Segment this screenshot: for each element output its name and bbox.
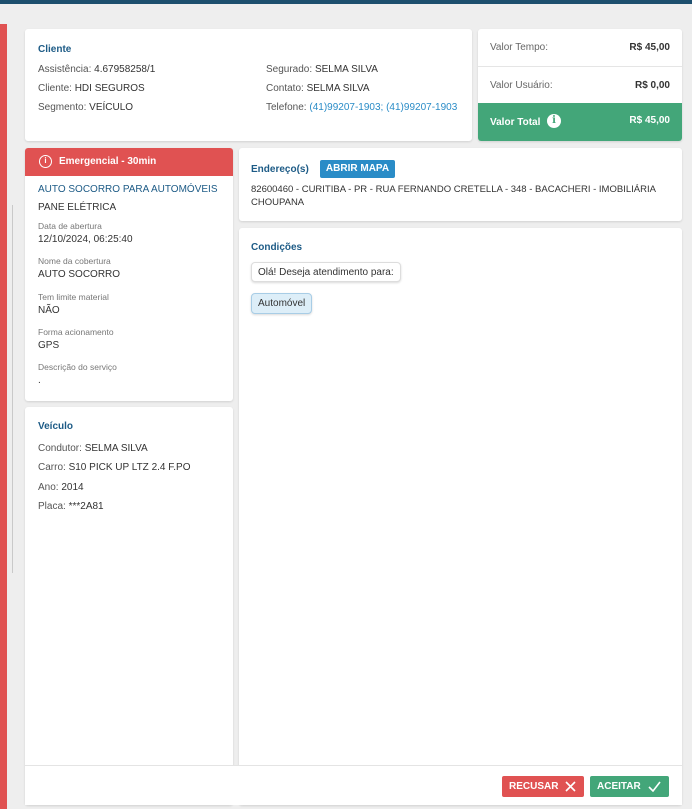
condicoes-title: Condições [251,242,303,253]
veiculo-card: Veículo Condutor: SELMA SILVA Carro: S10… [25,407,233,805]
endereco-text: 82600460 - CURITIBA - PR - RUA FERNANDO … [251,184,656,208]
segmento-label: Segmento: [38,102,87,113]
segmento-value: VEÍCULO [89,102,134,113]
emergencial-label: Emergencial - 30min [59,156,157,167]
placa-row: Placa: ***2A81 [38,501,104,512]
emergencial-banner: i Emergencial - 30min [25,148,233,176]
condutor-label: Condutor: [38,443,82,454]
carro-value: S10 PICK UP LTZ 2.4 F.PO [68,462,191,473]
cliente-label: Cliente: [38,83,72,94]
segmento-row: Segmento: VEÍCULO [38,102,133,113]
valor-usuario-row: Valor Usuário: R$ 0,00 [478,67,682,104]
servico-card: i Emergencial - 30min AUTO SOCORRO PARA … [25,148,233,401]
cliente-value: HDI SEGUROS [74,83,145,94]
servico-tipo: AUTO SOCORRO PARA AUTOMÓVEIS [38,184,218,195]
left-divider [12,205,13,573]
check-icon [648,781,661,792]
acionamento-value: GPS [38,340,60,351]
info-icon[interactable]: i [547,114,561,128]
assistencia-row: Assistência: 4.67958258/1 [38,64,155,75]
valor-total-value: R$ 45,00 [629,115,670,126]
close-icon [565,781,576,792]
placa-value: ***2A81 [68,501,104,512]
limite-value: NÃO [38,305,60,316]
valor-usuario-value: R$ 0,00 [634,80,670,91]
aceitar-button[interactable]: ACEITAR [590,776,669,797]
segurado-value: SELMA SILVA [314,64,378,75]
endereco-title: Endereço(s) [251,164,309,175]
descricao-value: . [38,375,41,386]
valor-tempo-label: Valor Tempo: [490,42,548,53]
ano-value: 2014 [61,482,84,493]
option-automovel[interactable]: Automóvel [251,293,313,314]
action-footer: RECUSAR ACEITAR [25,765,682,805]
veiculo-title: Veículo [38,421,74,432]
assistencia-value: 4.67958258/1 [94,64,156,75]
cliente-row: Cliente: HDI SEGUROS [38,83,145,94]
valor-usuario-label: Valor Usuário: [490,80,553,91]
valor-total-label: Valor Total [490,117,541,128]
abertura-label: Data de abertura [38,221,102,231]
contato-row: Contato: SELMA SILVA [266,83,370,94]
contato-label: Contato: [266,83,304,94]
valor-tempo-row: Valor Tempo: R$ 45,00 [478,29,682,66]
ano-label: Ano: [38,482,59,493]
ano-row: Ano: 2014 [38,482,84,493]
abrir-mapa-button[interactable]: ABRIR MAPA [320,160,395,178]
abertura-value: 12/10/2024, 06:25:40 [38,234,133,245]
placa-label: Placa: [38,501,66,512]
carro-row: Carro: S10 PICK UP LTZ 2.4 F.PO [38,462,190,473]
assistencia-label: Assistência: [38,64,92,75]
valor-total-row: Valor Total i R$ 45,00 [478,103,682,141]
aceitar-label: ACEITAR [597,781,641,792]
cobertura-value: AUTO SOCORRO [38,269,121,280]
alert-circle-icon: i [39,155,52,168]
cliente-title: Cliente [38,44,72,55]
condicoes-card: Condições Olá! Deseja atendimento para: … [239,228,682,805]
limite-label: Tem limite material [38,292,109,302]
recusar-button[interactable]: RECUSAR [502,776,584,797]
top-bar [0,0,692,4]
telefone-row: Telefone: (41)99207-1903; (41)99207-1903 [266,102,457,113]
left-status-bar [0,24,7,809]
condicoes-message: Olá! Deseja atendimento para: [251,262,401,282]
endereco-card: Endereço(s) ABRIR MAPA 82600460 - CURITI… [239,148,682,221]
contato-value: SELMA SILVA [306,83,370,94]
recusar-label: RECUSAR [509,781,559,792]
telefone-label: Telefone: [266,102,307,113]
condutor-row: Condutor: SELMA SILVA [38,443,148,454]
segurado-label: Segurado: [266,64,313,75]
valor-tempo-value: R$ 45,00 [629,42,670,53]
condutor-value: SELMA SILVA [84,443,148,454]
telefone-link[interactable]: (41)99207-1903; (41)99207-1903 [309,102,457,113]
carro-label: Carro: [38,462,66,473]
cliente-card: Cliente Assistência: 4.67958258/1 Client… [25,29,472,141]
valores-card: Valor Tempo: R$ 45,00 Valor Usuário: R$ … [478,29,682,141]
acionamento-label: Forma acionamento [38,327,114,337]
descricao-label: Descrição do serviço [38,362,117,372]
cobertura-label: Nome da cobertura [38,256,111,266]
segurado-row: Segurado: SELMA SILVA [266,64,378,75]
servico-problema: PANE ELÉTRICA [38,202,117,213]
